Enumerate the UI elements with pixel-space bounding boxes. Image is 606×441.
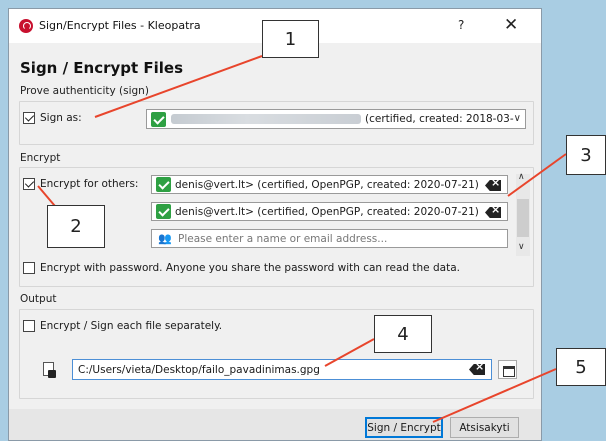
- scroll-up-icon[interactable]: ∧: [518, 172, 525, 182]
- sign-certificate-combobox[interactable]: (certified, created: 2018-03- ∨: [146, 109, 526, 129]
- callout-2: 2: [47, 205, 105, 248]
- clear-recipient-1-icon[interactable]: [485, 180, 501, 191]
- add-recipient-input[interactable]: 👥 Please enter a name or email address..…: [151, 229, 508, 248]
- callout-5: 5: [556, 348, 606, 386]
- cancel-button[interactable]: Atsisakyti: [450, 417, 519, 438]
- window-title: Sign/Encrypt Files - Kleopatra: [39, 19, 201, 32]
- callout-1: 1: [262, 20, 319, 58]
- output-path-text: C:/Users/vieta/Desktop/failo_pavadinimas…: [78, 364, 320, 376]
- recipient-field-1[interactable]: denis@vert.lt> (certified, OpenPGP, crea…: [151, 175, 508, 194]
- recipient-text-2: denis@vert.lt> (certified, OpenPGP, crea…: [175, 205, 479, 218]
- help-button[interactable]: ?: [458, 18, 464, 32]
- valid-certificate-icon: [151, 111, 166, 127]
- encrypt-with-password-checkbox[interactable]: [23, 262, 35, 274]
- recipient-placeholder: Please enter a name or email address...: [178, 233, 388, 245]
- browse-folder-button[interactable]: [498, 360, 517, 379]
- encrypt-group-label: Encrypt: [20, 152, 61, 164]
- recipients-scrollbar-thumb[interactable]: [517, 199, 529, 237]
- add-contact-icon: 👥: [158, 232, 172, 245]
- encrypt-for-others-row[interactable]: Encrypt for others:: [23, 178, 138, 190]
- dialog-footer: Sign / Encrypt Atsisakyti: [9, 409, 541, 440]
- chevron-down-icon: ∨: [513, 113, 521, 124]
- clear-path-icon[interactable]: [469, 364, 485, 375]
- encrypt-for-others-label: Encrypt for others:: [40, 178, 139, 190]
- sign-as-label: Sign as:: [40, 112, 82, 124]
- sign-as-checkbox[interactable]: [23, 112, 35, 124]
- sign-each-separately-checkbox[interactable]: [23, 320, 35, 332]
- recipient-field-2[interactable]: denis@vert.lt> (certified, OpenPGP, crea…: [151, 202, 508, 221]
- scroll-down-icon[interactable]: ∨: [518, 242, 525, 252]
- sign-each-separately-label: Encrypt / Sign each file separately.: [40, 320, 223, 332]
- sign-as-checkbox-row[interactable]: Sign as:: [23, 112, 82, 124]
- sign-group-label: Prove authenticity (sign): [20, 85, 149, 97]
- clear-recipient-2-icon[interactable]: [485, 207, 501, 218]
- close-button[interactable]: ✕: [504, 15, 518, 35]
- valid-recipient-icon: [156, 177, 171, 192]
- callout-3: 3: [566, 135, 606, 175]
- sign-each-separately-row[interactable]: Encrypt / Sign each file separately.: [23, 320, 222, 332]
- page-title: Sign / Encrypt Files: [20, 59, 184, 77]
- output-group-label: Output: [20, 293, 57, 305]
- output-path-input[interactable]: C:/Users/vieta/Desktop/failo_pavadinimas…: [72, 359, 492, 380]
- recipient-text-1: denis@vert.lt> (certified, OpenPGP, crea…: [175, 178, 479, 191]
- sign-certificate-text: (certified, created: 2018-03-: [365, 113, 514, 125]
- encrypted-file-icon: [40, 362, 56, 380]
- kleopatra-app-icon: [19, 19, 33, 33]
- redacted-identity: [171, 114, 361, 124]
- encrypt-for-others-checkbox[interactable]: [23, 178, 35, 190]
- encrypt-with-password-label: Encrypt with password. Anyone you share …: [40, 262, 460, 274]
- encrypt-with-password-row[interactable]: Encrypt with password. Anyone you share …: [23, 262, 460, 274]
- valid-recipient-icon: [156, 204, 171, 219]
- callout-4: 4: [374, 315, 432, 353]
- sign-encrypt-button[interactable]: Sign / Encrypt: [365, 417, 443, 438]
